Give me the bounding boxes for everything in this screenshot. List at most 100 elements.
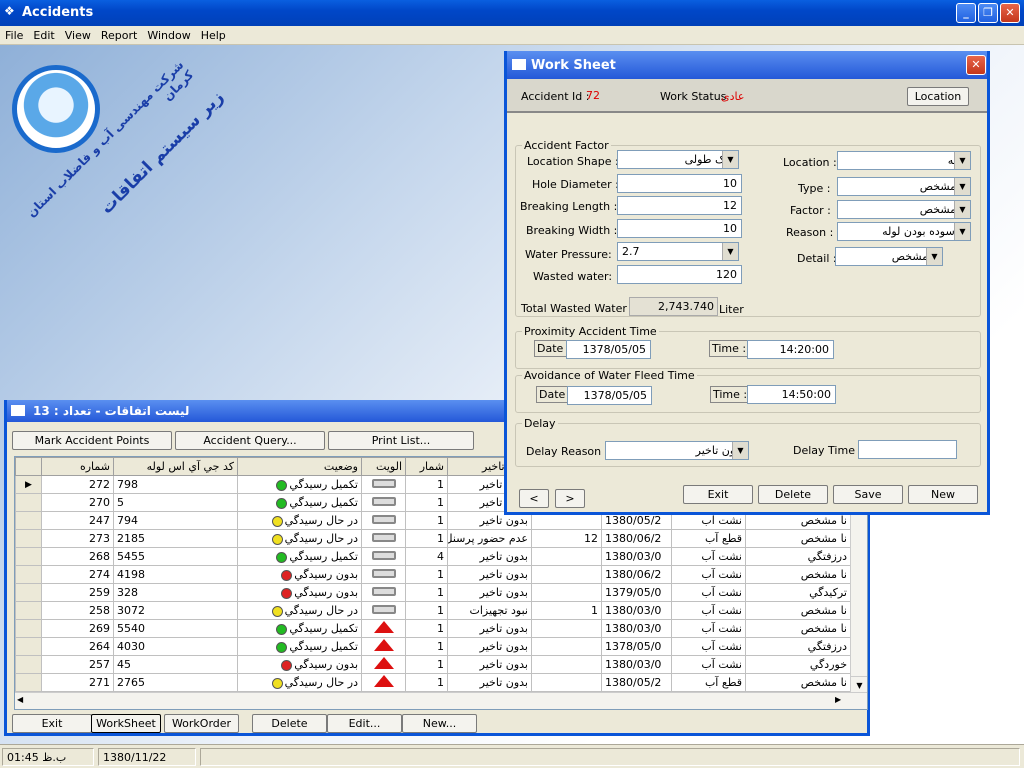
chevron-down-icon[interactable]: ▼: [732, 442, 748, 459]
scroll-left-icon[interactable]: ◀: [17, 695, 23, 704]
table-row[interactable]: 264 4030 تكميل رسيدگي 1 بدون تاخير 1378/05/0 ن…: [15, 637, 851, 656]
row-selector[interactable]: [15, 655, 42, 674]
location-button[interactable]: Location: [907, 87, 969, 106]
row-selector[interactable]: [15, 511, 42, 530]
grid-hscrollbar[interactable]: ◀ ▶: [15, 692, 867, 709]
table-row[interactable]: 274 4198 بدون رسيدگي 1 بدون تاخير 1380/06/2 نش…: [15, 565, 851, 584]
list-exit-button[interactable]: Exit: [12, 714, 92, 733]
table-row[interactable]: 258 3072 در حال رسيدگي 1 نبود تجهيزات 1 1380/0…: [15, 601, 851, 620]
col-status[interactable]: وضعيت: [237, 457, 362, 476]
menu-window[interactable]: Window: [142, 26, 195, 42]
col-number[interactable]: شماره: [41, 457, 114, 476]
row-selector[interactable]: [15, 493, 42, 512]
factor-select[interactable]: نا مشخص ▼: [837, 200, 971, 219]
list-new-button[interactable]: New...: [402, 714, 477, 733]
row-selector[interactable]: [15, 547, 42, 566]
location-shape-select[interactable]: ترک طولی ▼: [617, 150, 739, 169]
previous-record-button[interactable]: <: [519, 489, 549, 508]
next-record-button[interactable]: >: [555, 489, 585, 508]
cell-priority: [361, 619, 406, 638]
cell-number: 272: [41, 475, 114, 494]
col-count[interactable]: شمار: [405, 457, 448, 476]
row-selector[interactable]: [15, 673, 42, 692]
avoid-time-input[interactable]: 14:50:00: [747, 385, 836, 404]
table-row[interactable]: 273 2185 در حال رسيدگي 1 عدم حضور پرسنل 12 138…: [15, 529, 851, 548]
cell-count: 1: [405, 511, 448, 530]
wasted-water-input[interactable]: 120: [617, 265, 742, 284]
print-list-button[interactable]: Print List...: [328, 431, 474, 450]
chevron-down-icon[interactable]: ▼: [954, 152, 970, 169]
accident-query-button[interactable]: Accident Query...: [175, 431, 325, 450]
chevron-down-icon[interactable]: ▼: [926, 248, 942, 265]
cell-delay-reason: بدون تاخير: [447, 655, 532, 674]
menu-help[interactable]: Help: [196, 26, 231, 42]
cell-type: نشت آب: [671, 565, 746, 584]
row-selector[interactable]: [15, 619, 42, 638]
list-workorder-button[interactable]: WorkOrder: [164, 714, 239, 733]
menu-edit[interactable]: Edit: [28, 26, 59, 42]
cell-type: نشت آب: [671, 601, 746, 620]
hole-diameter-input[interactable]: 10: [617, 174, 742, 193]
avoid-date-input[interactable]: 1378/05/05: [567, 386, 652, 405]
company-logo: [12, 65, 100, 153]
prox-time-input[interactable]: 14:20:00: [747, 340, 834, 359]
row-selector[interactable]: [15, 583, 42, 602]
status-time: 01:45 ب.ظ: [2, 748, 94, 766]
status-bar: 01:45 ب.ظ 1380/11/22: [0, 744, 1024, 768]
col-gis-code[interactable]: كد جي آي اس لوله: [113, 457, 238, 476]
cell-count: 1: [405, 637, 448, 656]
delay-time-input[interactable]: [858, 440, 957, 459]
row-selector[interactable]: [15, 601, 42, 620]
row-selector[interactable]: [15, 565, 42, 584]
list-worksheet-button[interactable]: WorkSheet: [91, 714, 161, 733]
delay-reason-select[interactable]: بدون تاخير ▼: [605, 441, 749, 460]
menu-view[interactable]: View: [60, 26, 96, 42]
cell-count: 1: [405, 529, 448, 548]
row-selector[interactable]: [15, 637, 42, 656]
table-row[interactable]: 269 5540 تكميل رسيدگي 1 بدون تاخير 1380/03/0 ن…: [15, 619, 851, 638]
list-edit-button[interactable]: Edit...: [327, 714, 402, 733]
prox-date-input[interactable]: 1378/05/05: [566, 340, 651, 359]
worksheet-delete-button[interactable]: Delete: [758, 485, 828, 504]
type-select[interactable]: نا مشخص ▼: [837, 177, 971, 196]
table-row[interactable]: 259 328 بدون رسيدگي 1 بدون تاخير 1379/05/0 نشت…: [15, 583, 851, 602]
mark-accident-points-button[interactable]: Mark Accident Points: [12, 431, 172, 450]
work-status-label: Work Status: [660, 90, 727, 103]
minimize-button[interactable]: _: [956, 3, 976, 23]
scroll-right-icon[interactable]: ▶: [835, 695, 841, 704]
chevron-down-icon[interactable]: ▼: [954, 178, 970, 195]
row-selector[interactable]: ▶: [15, 475, 42, 494]
cell-reason: نا مشخص: [745, 601, 851, 620]
worksheet-close-button[interactable]: ✕: [966, 55, 986, 75]
breaking-length-input[interactable]: 12: [617, 196, 742, 215]
menu-file[interactable]: File: [0, 26, 28, 42]
location-select[interactable]: لوله▼: [837, 151, 971, 170]
row-selector[interactable]: [15, 529, 42, 548]
worksheet-new-button[interactable]: New: [908, 485, 978, 504]
worksheet-exit-button[interactable]: Exit: [683, 485, 753, 504]
water-pressure-select[interactable]: 2.7 ▼: [617, 242, 739, 261]
chevron-down-icon[interactable]: ▼: [954, 223, 970, 240]
close-button[interactable]: ✕: [1000, 3, 1020, 23]
cell-number: 258: [41, 601, 114, 620]
breaking-width-input[interactable]: 10: [617, 219, 742, 238]
scroll-down-icon[interactable]: ▼: [851, 676, 867, 693]
chevron-down-icon[interactable]: ▼: [954, 201, 970, 218]
table-row[interactable]: 268 5455 تكميل رسيدگي 4 بدون تاخير 1380/03/0 ن…: [15, 547, 851, 566]
worksheet-save-button[interactable]: Save: [833, 485, 903, 504]
cell-priority: [361, 637, 406, 656]
menu-report[interactable]: Report: [96, 26, 142, 42]
chevron-down-icon[interactable]: ▼: [722, 243, 738, 260]
table-row[interactable]: 257 45 بدون رسيدگي 1 بدون تاخير 1380/03/0 نشت …: [15, 655, 851, 674]
cell-status: در حال رسيدگي: [237, 601, 362, 620]
detail-select[interactable]: نا مشخص ▼: [835, 247, 943, 266]
cell-gis-code: 5540: [113, 619, 238, 638]
restore-button[interactable]: ❐: [978, 3, 998, 23]
reason-select[interactable]: فرسوده بودن لوله ▼: [837, 222, 971, 241]
table-row[interactable]: 271 2765 در حال رسيدگي 1 بدون تاخير 1380/05/2…: [15, 673, 851, 692]
col-priority[interactable]: الويت: [361, 457, 406, 476]
status-text: بدون رسيدگي: [294, 568, 358, 581]
chevron-down-icon[interactable]: ▼: [722, 151, 738, 168]
cell-delay-reason: عدم حضور پرسنل: [447, 529, 532, 548]
list-delete-button[interactable]: Delete: [252, 714, 327, 733]
